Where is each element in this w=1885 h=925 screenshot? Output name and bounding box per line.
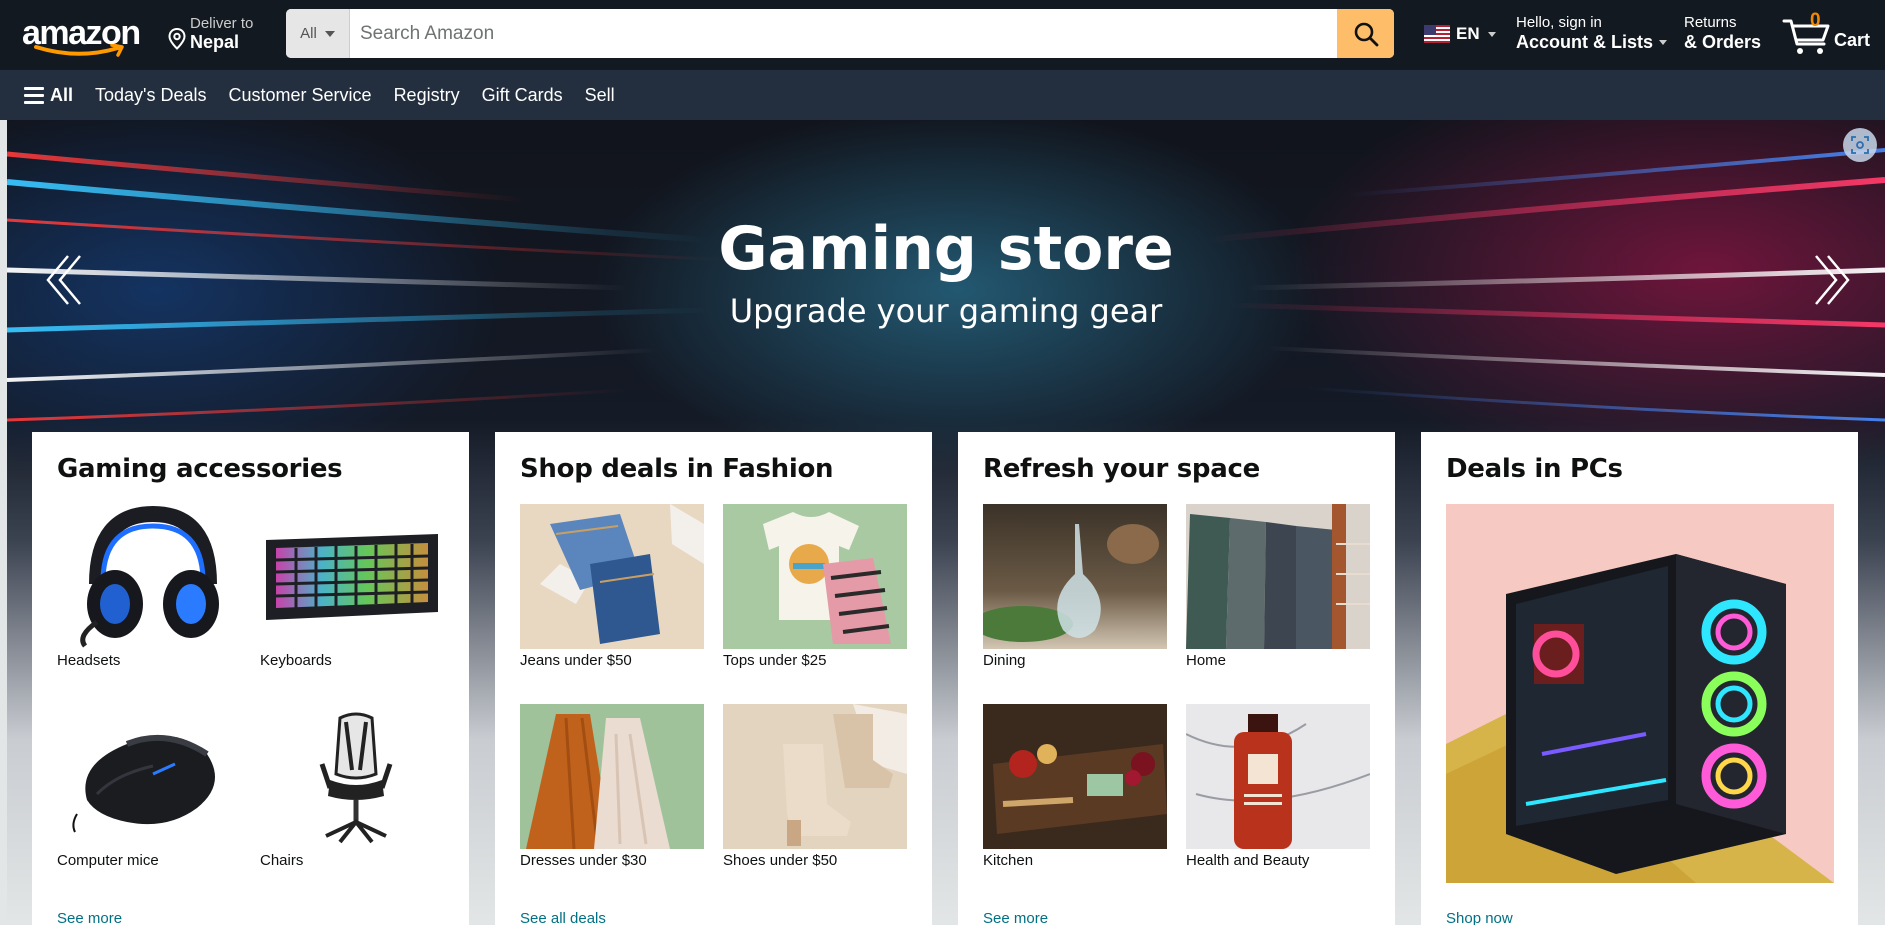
deliver-country: Nepal bbox=[190, 32, 240, 52]
jeans-image bbox=[520, 504, 704, 649]
card-deals-pcs: Deals in PCs Shop now bbox=[1421, 432, 1858, 925]
all-menu-label: All bbox=[50, 84, 74, 105]
card-title: Refresh your space bbox=[983, 454, 1260, 484]
nav-link-gift-cards[interactable]: Gift Cards bbox=[482, 85, 563, 106]
tile-caption: Kitchen bbox=[983, 852, 1034, 869]
card-grid: Jeans under $50 Tops under $25 Dresses u… bbox=[520, 504, 907, 884]
hamburger-icon bbox=[24, 87, 44, 104]
lens-icon[interactable] bbox=[1843, 128, 1877, 162]
language-selector[interactable]: EN bbox=[1424, 24, 1496, 44]
tile-jeans[interactable]: Jeans under $50 bbox=[520, 504, 704, 669]
amazon-logo[interactable]: amazon bbox=[18, 10, 148, 60]
tile-caption: Dining bbox=[983, 652, 1026, 669]
logo-smile-icon bbox=[34, 44, 124, 57]
card-title: Shop deals in Fashion bbox=[520, 454, 834, 484]
tile-caption: Tops under $25 bbox=[723, 652, 827, 669]
see-more-link[interactable]: See more bbox=[983, 910, 1048, 925]
dresses-image bbox=[520, 704, 704, 849]
chevron-left-icon[interactable] bbox=[42, 250, 92, 310]
deliver-to-location[interactable]: Deliver to Nepal bbox=[164, 14, 274, 56]
home-image bbox=[1186, 504, 1370, 649]
tile-caption: Computer mice bbox=[57, 852, 159, 869]
gaming-pc-image[interactable] bbox=[1446, 504, 1834, 883]
tile-home[interactable]: Home bbox=[1186, 504, 1370, 669]
hero-subtitle: Upgrade your gaming gear bbox=[729, 292, 1163, 330]
headset-image bbox=[57, 504, 241, 649]
tile-computer-mice[interactable]: Computer mice bbox=[57, 704, 241, 869]
chair-image bbox=[260, 704, 444, 849]
search-button[interactable] bbox=[1337, 9, 1394, 58]
card-fashion-deals: Shop deals in Fashion Jeans under $50 To… bbox=[495, 432, 932, 925]
search-bar: All bbox=[286, 9, 1394, 58]
tile-caption: Headsets bbox=[57, 652, 121, 669]
us-flag-icon bbox=[1424, 25, 1450, 43]
language-code: EN bbox=[1456, 24, 1480, 43]
account-lists-label-row: Account & Lists bbox=[1516, 32, 1668, 53]
kitchen-image bbox=[983, 704, 1167, 849]
location-pin-icon bbox=[168, 28, 186, 50]
search-input[interactable] bbox=[350, 9, 1337, 58]
card-gaming-accessories: Gaming accessories Headsets Keyboards Co… bbox=[32, 432, 469, 925]
cart-count: 0 bbox=[1810, 10, 1821, 31]
nav-link-customer-service[interactable]: Customer Service bbox=[229, 85, 372, 106]
card-title: Deals in PCs bbox=[1446, 454, 1623, 484]
card-title: Gaming accessories bbox=[57, 454, 343, 484]
see-more-link[interactable]: See more bbox=[57, 910, 122, 925]
search-icon bbox=[1354, 22, 1378, 46]
tile-shoes[interactable]: Shoes under $50 bbox=[723, 704, 907, 869]
top-navbar: amazon Deliver to Nepal All EN bbox=[0, 0, 1885, 70]
keyboard-image bbox=[260, 504, 444, 649]
shop-now-link[interactable]: Shop now bbox=[1446, 910, 1513, 925]
card-grid: Headsets Keyboards Computer mice Chairs bbox=[57, 504, 444, 884]
card-grid: Dining Home Kitchen Health and Beauty bbox=[983, 504, 1370, 884]
chevron-right-icon[interactable] bbox=[1804, 250, 1854, 310]
nav-link-sell[interactable]: Sell bbox=[585, 85, 615, 106]
cart-icon bbox=[1782, 19, 1830, 54]
chevron-down-icon bbox=[1659, 40, 1668, 45]
tile-headsets[interactable]: Headsets bbox=[57, 504, 241, 669]
secondary-navbar: All Today's Deals Customer Service Regis… bbox=[0, 70, 1885, 120]
see-all-deals-link[interactable]: See all deals bbox=[520, 910, 606, 925]
returns-and-orders[interactable]: Returns & Orders bbox=[1684, 14, 1761, 53]
dining-image bbox=[983, 504, 1167, 649]
returns-label: Returns bbox=[1684, 14, 1737, 31]
cart-label: Cart bbox=[1834, 30, 1871, 50]
hero-title: Gaming store bbox=[718, 214, 1174, 284]
deliver-to-label: Deliver to bbox=[190, 15, 254, 32]
tile-caption: Health and Beauty bbox=[1186, 852, 1310, 869]
tile-caption: Shoes under $50 bbox=[723, 852, 838, 869]
chevron-down-icon bbox=[1487, 31, 1496, 37]
cart-button[interactable]: 0 Cart bbox=[1782, 8, 1882, 58]
search-category-label: All bbox=[300, 25, 317, 42]
tile-kitchen[interactable]: Kitchen bbox=[983, 704, 1167, 869]
tile-dining[interactable]: Dining bbox=[983, 504, 1167, 669]
nav-link-registry[interactable]: Registry bbox=[394, 85, 460, 106]
all-menu-button[interactable]: All bbox=[24, 85, 73, 106]
tile-chairs[interactable]: Chairs bbox=[260, 704, 444, 869]
tile-dresses[interactable]: Dresses under $30 bbox=[520, 704, 704, 869]
tile-health-beauty[interactable]: Health and Beauty bbox=[1186, 704, 1370, 869]
search-category-dropdown[interactable]: All bbox=[286, 9, 350, 58]
tile-tops[interactable]: Tops under $25 bbox=[723, 504, 907, 669]
tile-keyboards[interactable]: Keyboards bbox=[260, 504, 444, 669]
health-beauty-image bbox=[1186, 704, 1370, 849]
tile-caption: Home bbox=[1186, 652, 1227, 669]
account-greeting: Hello, sign in bbox=[1516, 14, 1602, 31]
tile-caption: Chairs bbox=[260, 852, 304, 869]
tops-image bbox=[723, 504, 907, 649]
card-refresh-space: Refresh your space Dining Home Kitchen H… bbox=[958, 432, 1395, 925]
nav-link-todays-deals[interactable]: Today's Deals bbox=[95, 85, 207, 106]
tile-caption: Jeans under $50 bbox=[520, 652, 632, 669]
mouse-image bbox=[57, 704, 241, 849]
tile-caption: Dresses under $30 bbox=[520, 852, 647, 869]
account-and-lists[interactable]: Hello, sign in Account & Lists bbox=[1516, 14, 1668, 53]
shoes-image bbox=[723, 704, 907, 849]
orders-label: & Orders bbox=[1684, 32, 1762, 52]
account-lists-label: Account & Lists bbox=[1516, 32, 1654, 52]
chevron-down-icon bbox=[324, 30, 335, 37]
tile-caption: Keyboards bbox=[260, 652, 332, 669]
